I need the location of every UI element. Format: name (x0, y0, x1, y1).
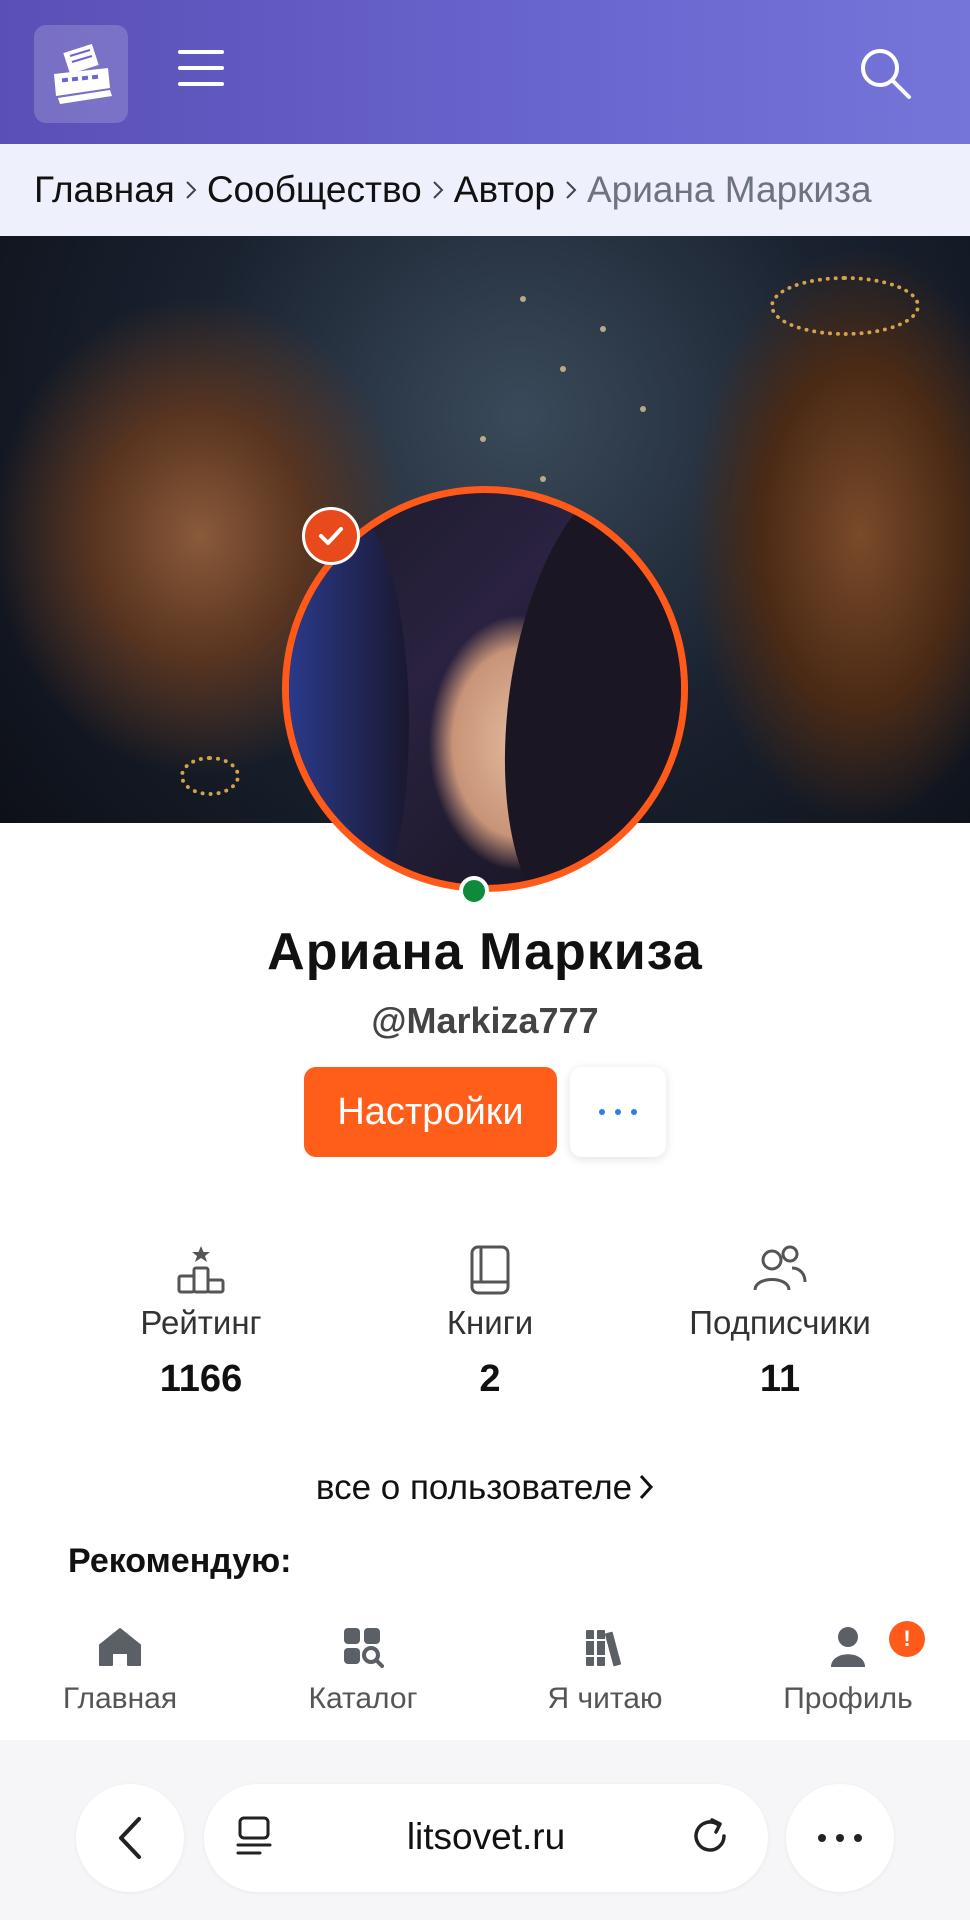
avatar-hair (477, 493, 681, 885)
stat-rating[interactable]: Рейтинг 1166 (71, 1240, 331, 1401)
stat-books[interactable]: Книги 2 (360, 1240, 620, 1401)
ellipsis-icon (599, 1109, 605, 1115)
nav-label: Я читаю (547, 1682, 663, 1715)
stat-subscribers[interactable]: Подписчики 11 (650, 1240, 910, 1401)
search-button[interactable] (856, 44, 916, 104)
chevron-right-icon (638, 1470, 654, 1510)
catalog-icon (263, 1624, 463, 1670)
about-user-label: все о пользователе (315, 1468, 633, 1507)
stat-value: 2 (479, 1358, 501, 1400)
verified-badge-icon (302, 507, 360, 565)
nav-catalog[interactable]: Каталог (263, 1624, 463, 1716)
search-icon (861, 49, 911, 99)
about-user-link[interactable]: все о пользователе (0, 1468, 970, 1510)
stat-value: 11 (759, 1358, 801, 1400)
cover-light (640, 406, 646, 412)
chevron-left-icon (119, 1817, 141, 1859)
stat-label: Книги (446, 1304, 534, 1341)
browser-url: litsovet.ru (406, 1816, 566, 1857)
home-icon (20, 1624, 220, 1670)
stat-label: Подписчики (689, 1304, 871, 1341)
users-icon (650, 1240, 910, 1300)
browser-address-bar[interactable]: litsovet.ru (204, 1784, 768, 1892)
bottom-navigation: Главная Каталог Я читаю Профиль (0, 1610, 970, 1720)
rating-podium-icon (71, 1240, 331, 1300)
chevron-right-icon (431, 179, 445, 201)
reload-icon[interactable] (688, 1814, 732, 1863)
more-horizontal-icon (818, 1834, 826, 1842)
ellipsis-icon-dot (631, 1109, 637, 1115)
profile-handle: @Markiza777 (371, 1000, 599, 1041)
more-horizontal-icon-dot (836, 1834, 844, 1842)
hamburger-icon-line (178, 82, 224, 86)
nav-reading[interactable]: Я читаю (505, 1624, 705, 1716)
nav-label: Каталог (308, 1682, 418, 1715)
more-horizontal-icon-dot (854, 1834, 862, 1842)
ellipsis-icon-dot (615, 1109, 621, 1115)
breadcrumb: Главная Сообщество Автор Ариана Маркиза (0, 144, 970, 236)
stat-value: 1166 (159, 1358, 243, 1400)
book-icon (360, 1240, 620, 1300)
top-bar (0, 0, 970, 144)
notification-badge: ! (889, 1621, 925, 1657)
books-icon (505, 1624, 705, 1670)
cover-light (560, 366, 566, 372)
stat-label: Рейтинг (140, 1304, 262, 1341)
browser-menu-button[interactable] (786, 1784, 894, 1892)
cover-light (600, 326, 606, 332)
site-logo[interactable] (34, 25, 128, 123)
online-status-indicator (459, 876, 489, 906)
menu-button[interactable] (172, 50, 230, 94)
nav-label: Профиль (783, 1682, 913, 1715)
breadcrumb-home[interactable]: Главная (34, 169, 175, 211)
cover-light (540, 476, 546, 482)
browser-toolbar: litsovet.ru (0, 1740, 970, 1920)
nav-label: Главная (62, 1682, 178, 1715)
more-options-button[interactable] (570, 1067, 666, 1157)
settings-button[interactable]: Настройки (304, 1067, 557, 1157)
browser-back-button[interactable] (76, 1784, 184, 1892)
avatar-hair (289, 513, 409, 885)
cover-light (520, 296, 526, 302)
hamburger-icon-line (178, 66, 224, 70)
breadcrumb-community[interactable]: Сообщество (207, 169, 422, 211)
recommend-heading: Рекомендую: (68, 1542, 292, 1580)
cover-light (480, 436, 486, 442)
breadcrumb-current: Ариана Маркиза (586, 169, 872, 210)
cover-ring (180, 756, 240, 796)
chevron-right-icon (184, 179, 198, 201)
cover-jewelry (770, 276, 920, 336)
nav-home[interactable]: Главная (20, 1624, 220, 1716)
profile-name: Ариана Маркиза (267, 923, 703, 981)
typewriter-icon (54, 44, 112, 104)
hamburger-icon (178, 50, 224, 54)
breadcrumb-author[interactable]: Автор (454, 169, 555, 211)
chevron-right-icon (564, 179, 578, 201)
